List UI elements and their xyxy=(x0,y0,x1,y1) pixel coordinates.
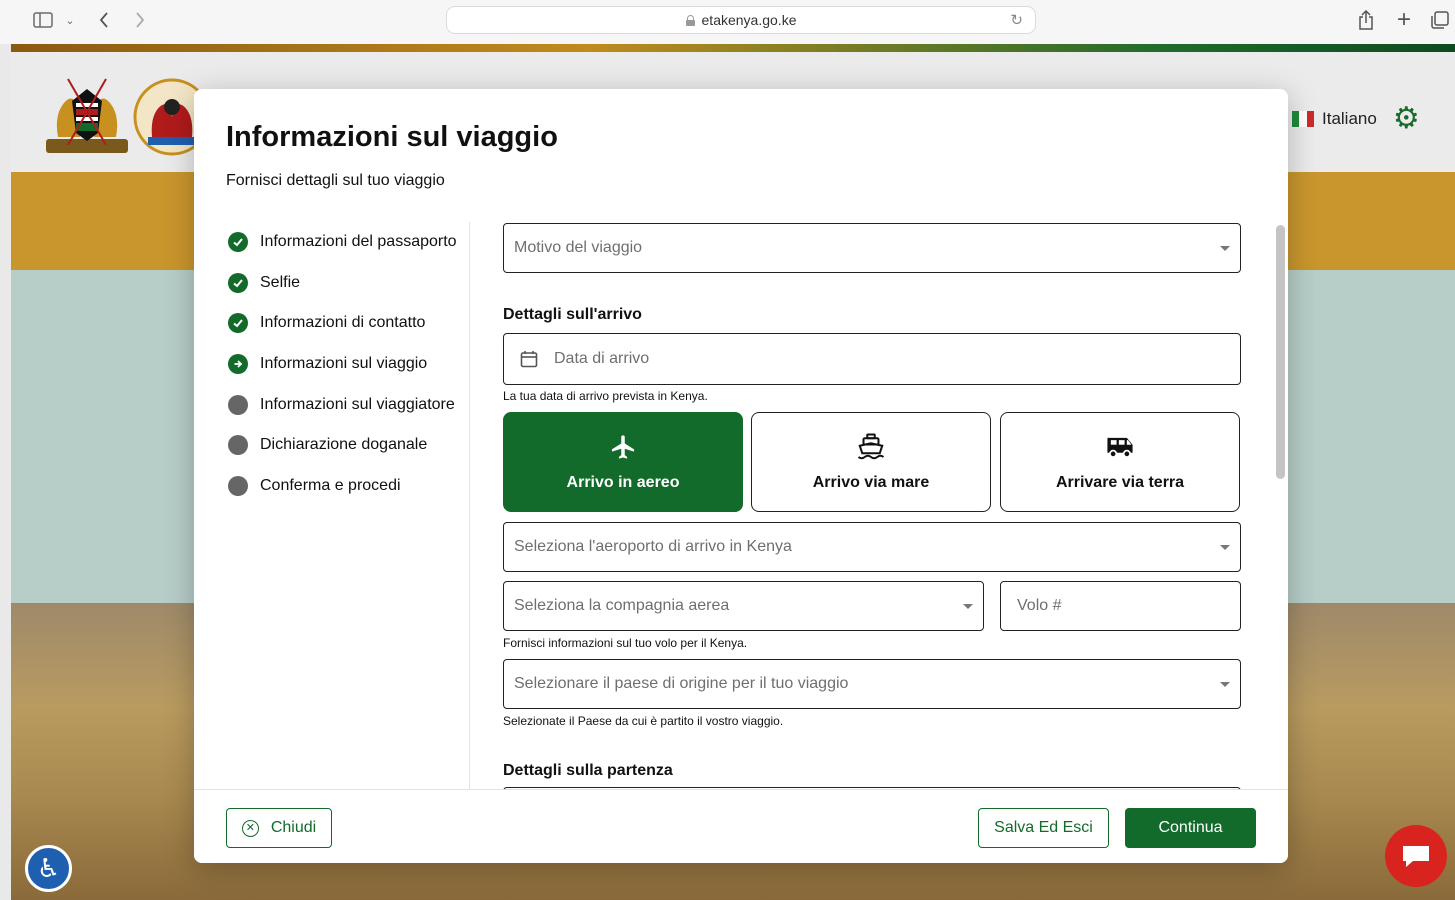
arrival-date-placeholder: Data di arrivo xyxy=(554,350,650,367)
forward-icon[interactable] xyxy=(131,8,149,32)
origin-placeholder: Selezionare il paese di origine per il t… xyxy=(514,675,849,692)
step-label: Informazioni sul viaggio xyxy=(260,355,428,373)
check-icon xyxy=(228,313,248,334)
flight-placeholder: Volo # xyxy=(1017,597,1062,614)
mode-label: Arrivo in aereo xyxy=(566,474,680,491)
save-exit-button[interactable]: Salva Ed Esci xyxy=(978,808,1109,848)
caret-down-icon xyxy=(1220,682,1230,687)
arrival-airport-select[interactable]: Seleziona l'aeroporto di arrivo in Kenya xyxy=(503,522,1241,572)
modal-footer: ✕ Chiudi Salva Ed Esci Continua xyxy=(194,789,1288,863)
browser-toolbar: ⌄ etakenya.go.ke ↻ + xyxy=(0,0,1455,44)
step-label: Conferma e procedi xyxy=(260,476,401,494)
new-tab-icon[interactable]: + xyxy=(1394,6,1414,33)
step-label: Informazioni sul viaggiatore xyxy=(260,395,455,413)
check-icon xyxy=(228,272,248,293)
arrival-date-input[interactable]: Data di arrivo xyxy=(503,333,1241,385)
top-color-stripe xyxy=(11,44,1455,52)
chat-button[interactable] xyxy=(1385,825,1447,887)
share-icon[interactable] xyxy=(1356,8,1376,32)
flight-help: Fornisci informazioni sul tuo volo per i… xyxy=(503,636,748,650)
origin-help: Selezionate il Paese da cui è partito il… xyxy=(503,714,784,728)
mode-label: Arrivo via mare xyxy=(812,474,930,491)
continue-button[interactable]: Continua xyxy=(1125,808,1256,848)
tabs-overview-icon[interactable] xyxy=(1430,8,1450,32)
lock-icon xyxy=(685,14,695,26)
calendar-icon xyxy=(520,351,538,368)
caret-down-icon xyxy=(963,604,973,609)
chevron-down-icon[interactable]: ⌄ xyxy=(64,8,76,32)
reload-icon[interactable]: ↻ xyxy=(1010,11,1023,29)
language-label: Italiano xyxy=(1322,109,1377,128)
caret-down-icon xyxy=(1220,246,1230,251)
arrow-right-icon xyxy=(228,354,248,375)
accessibility-icon[interactable]: ♿ xyxy=(25,845,72,892)
step-label: Informazioni di contatto xyxy=(260,314,426,332)
departure-heading: Dettagli sulla partenza xyxy=(503,762,673,779)
mode-land-button[interactable]: Arrivare via terra xyxy=(1000,412,1240,512)
mode-sea-button[interactable]: Arrivo via mare xyxy=(751,412,991,512)
airplane-icon xyxy=(611,435,635,459)
ship-icon xyxy=(857,433,885,460)
italy-flag-icon xyxy=(1292,111,1314,127)
language-selector[interactable]: Italiano ⚙ xyxy=(1292,104,1420,134)
back-icon[interactable] xyxy=(95,8,113,32)
step-item-traveler[interactable]: Informazioni sul viaggiatore xyxy=(226,384,469,425)
arrival-heading: Dettagli sull'arrivo xyxy=(503,306,642,323)
mode-air-button[interactable]: Arrivo in aereo xyxy=(503,412,743,512)
flight-number-input[interactable]: Volo # xyxy=(1000,581,1241,631)
gear-icon[interactable]: ⚙ xyxy=(1393,104,1420,134)
travel-info-modal: Informazioni sul viaggio Fornisci dettag… xyxy=(194,89,1288,863)
close-label: Chiudi xyxy=(270,819,317,836)
step-item-selfie[interactable]: Selfie xyxy=(226,263,469,304)
purpose-select[interactable]: Motivo del viaggio xyxy=(503,223,1241,273)
arrival-date-help: La tua data di arrivo prevista in Kenya. xyxy=(503,389,708,403)
address-bar[interactable]: etakenya.go.ke ↻ xyxy=(446,6,1036,34)
url-text: etakenya.go.ke xyxy=(701,12,797,28)
pending-dot-icon xyxy=(228,475,248,496)
check-icon xyxy=(228,232,248,253)
mode-label: Arrivare via terra xyxy=(1055,474,1185,491)
bus-icon xyxy=(1107,437,1133,458)
airport-placeholder: Seleziona l'aeroporto di arrivo in Kenya xyxy=(514,538,792,555)
pending-dot-icon xyxy=(228,394,248,415)
kenya-coat-of-arms-logo xyxy=(46,78,128,153)
travel-form: Motivo del viaggio Dettagli sull'arrivo … xyxy=(503,222,1241,790)
step-list: Informazioni del passaporto Selfie Infor… xyxy=(226,222,470,792)
step-item-travel[interactable]: Informazioni sul viaggio xyxy=(226,344,469,385)
step-item-contact[interactable]: Informazioni di contatto xyxy=(226,303,469,344)
close-button[interactable]: ✕ Chiudi xyxy=(226,808,332,848)
modal-title: Informazioni sul viaggio xyxy=(226,121,558,153)
step-item-customs[interactable]: Dichiarazione doganale xyxy=(226,425,469,466)
caret-down-icon xyxy=(1220,545,1230,550)
chat-bubble-icon xyxy=(1403,846,1429,867)
airline-placeholder: Seleziona la compagnia aerea xyxy=(514,597,730,614)
purpose-placeholder: Motivo del viaggio xyxy=(514,239,643,256)
pending-dot-icon xyxy=(228,435,248,456)
step-label: Dichiarazione doganale xyxy=(260,436,428,454)
step-item-passport[interactable]: Informazioni del passaporto xyxy=(226,222,469,263)
sidebar-toggle-icon[interactable] xyxy=(32,8,54,32)
step-label: Selfie xyxy=(260,273,301,291)
modal-subtitle: Fornisci dettagli sul tuo viaggio xyxy=(226,172,445,189)
close-icon: ✕ xyxy=(241,819,259,837)
step-item-confirm[interactable]: Conferma e procedi xyxy=(226,466,469,507)
origin-country-select[interactable]: Selezionare il paese di origine per il t… xyxy=(503,659,1241,709)
step-label: Informazioni del passaporto xyxy=(260,233,457,251)
scrollbar[interactable] xyxy=(1276,225,1285,479)
airline-select[interactable]: Seleziona la compagnia aerea xyxy=(503,581,984,631)
